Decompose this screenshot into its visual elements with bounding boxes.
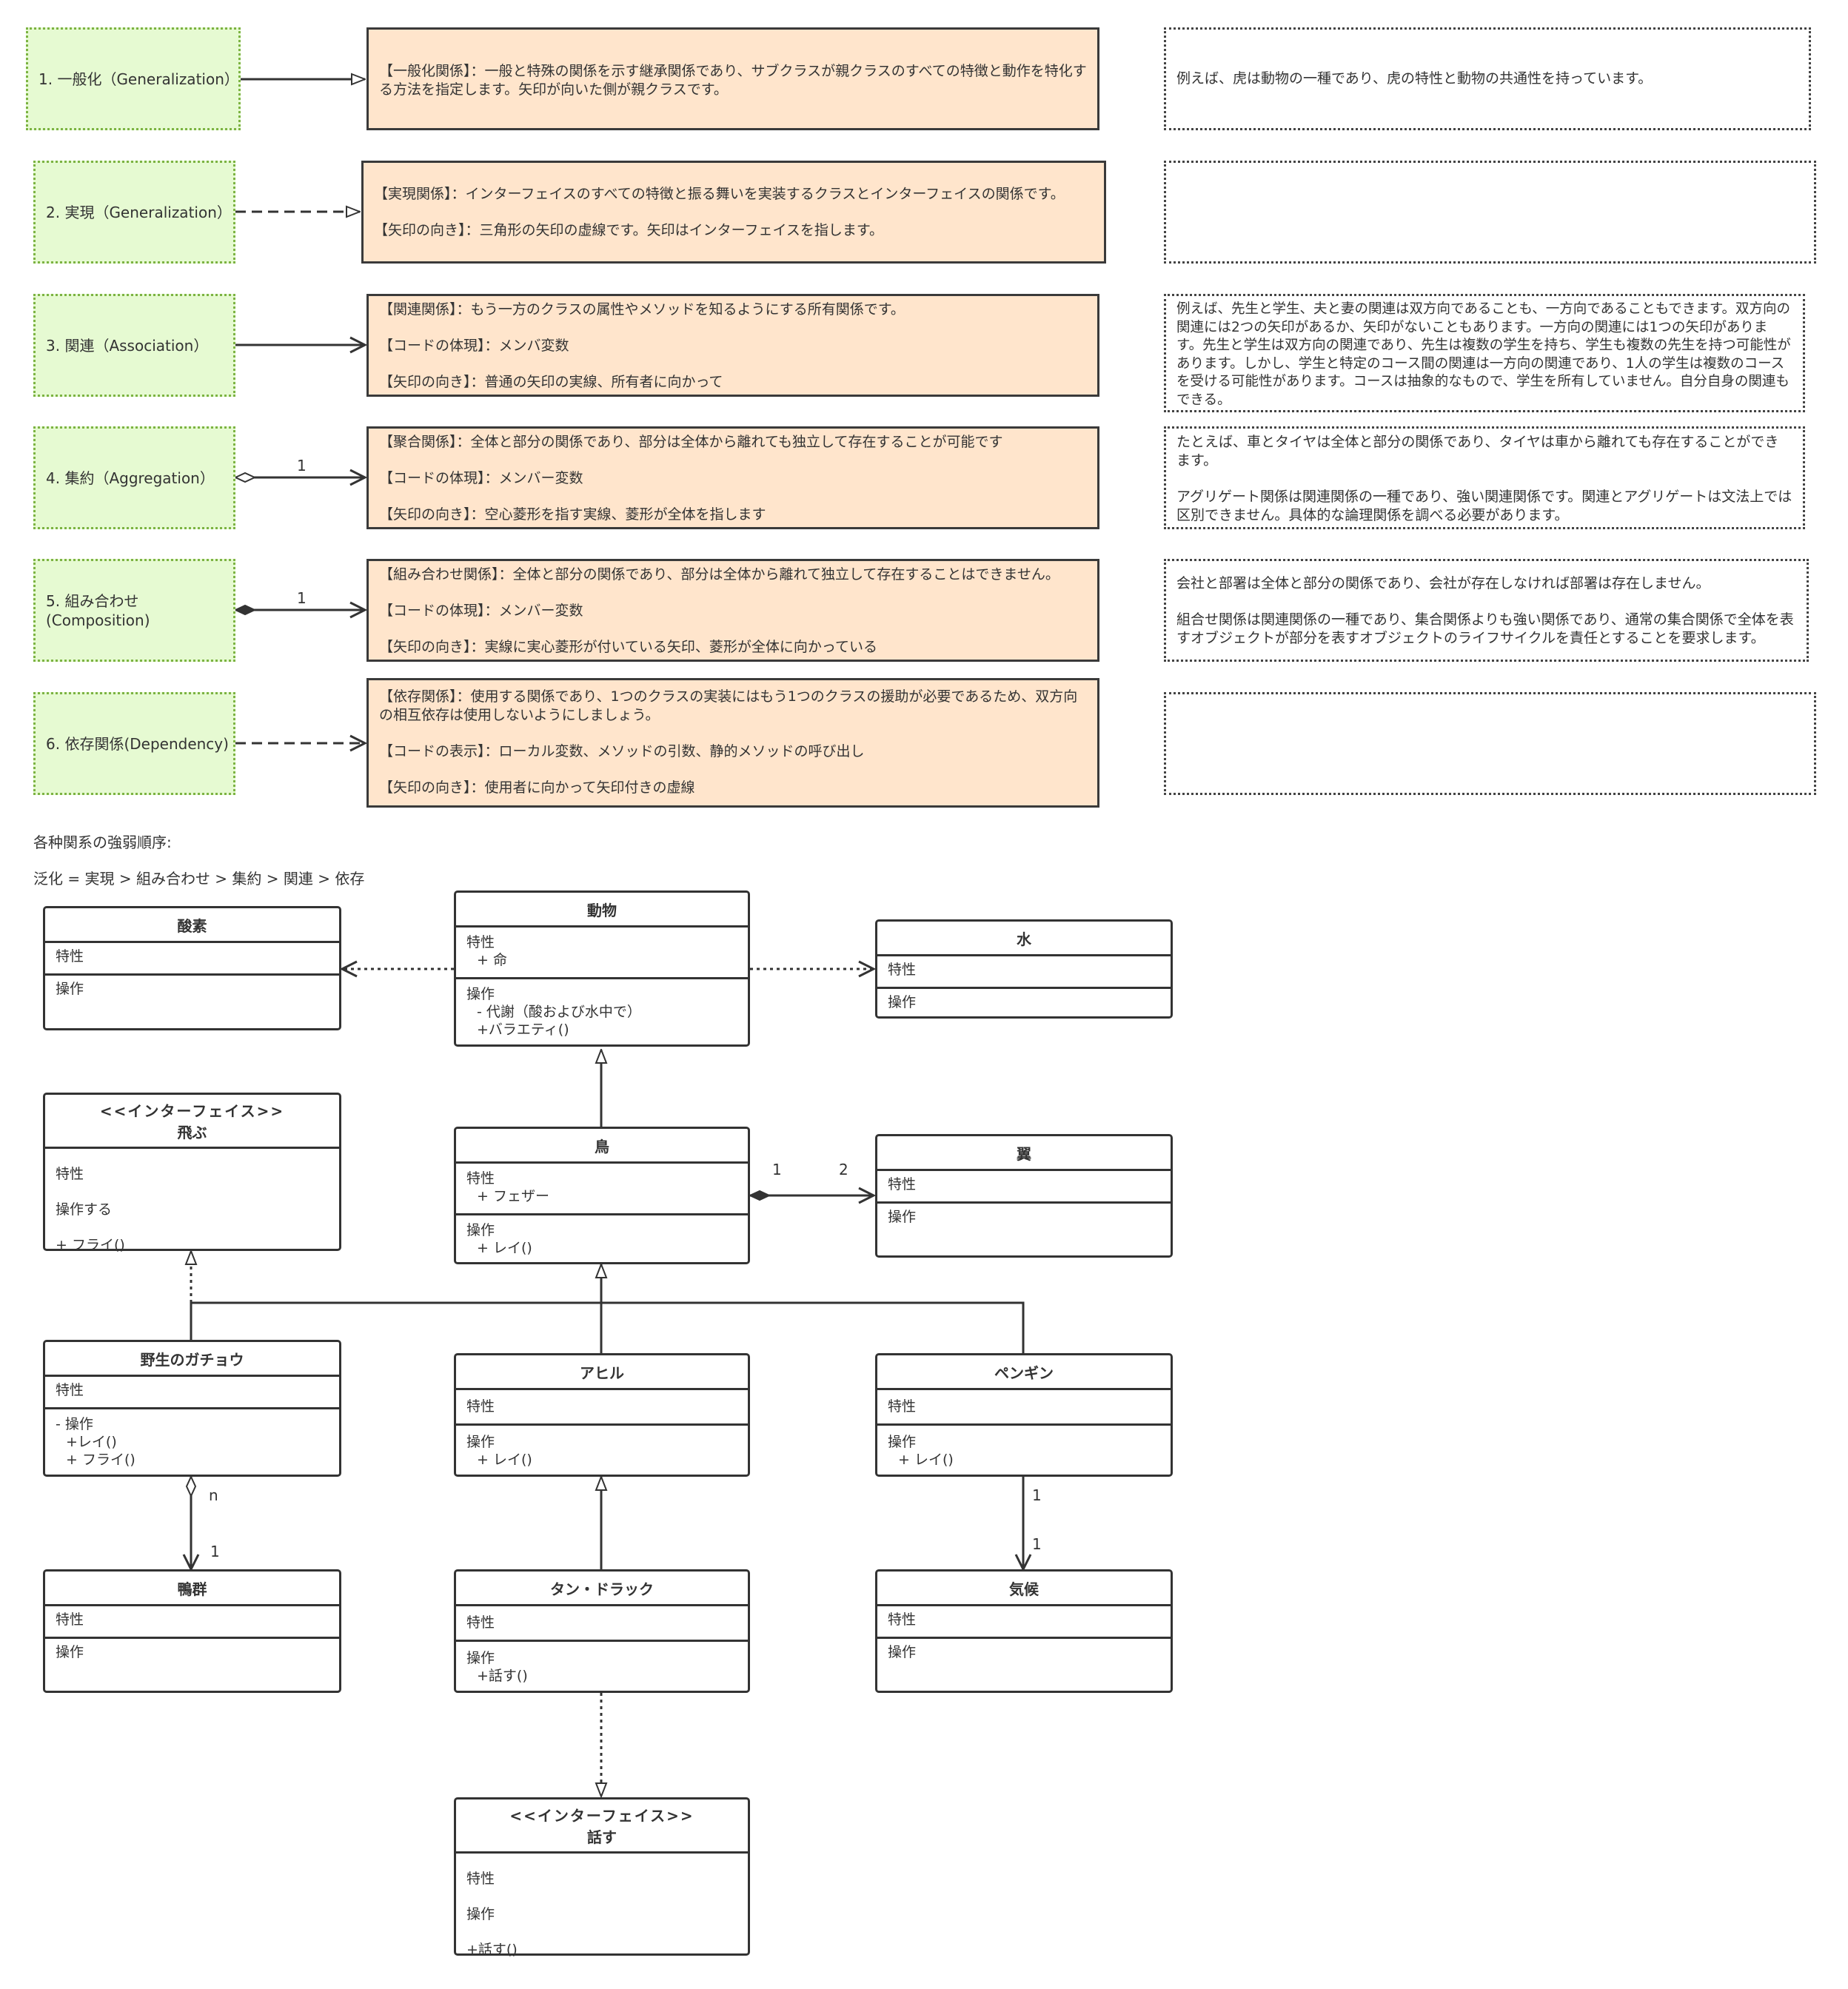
class-tang-duck: タン・ドラック 特性 操作 +話す() [454, 1569, 750, 1693]
relation-desc-realization: 【実現関係】：インターフェイスのすべての特徴と振る舞いを実装するクラスとインター… [361, 161, 1106, 264]
class-attributes: 特性 [45, 1606, 339, 1639]
order-text: 泛化 = 実現 > 組み合わせ > 集約 > 関連 > 依存 [33, 870, 365, 888]
multiplicity-penguin-climate-a: 1 [1032, 1486, 1042, 1504]
class-attributes: 特性 [877, 1390, 1171, 1426]
class-operations: 操作 - 代謝（酸および水中で） +バラエティ() [466, 986, 641, 1038]
relation-name-composition: 5. 組み合わせ (Composition) [33, 559, 235, 662]
class-wild-goose: 野生のガチョウ 特性 - 操作 +レイ() + フライ() [43, 1340, 341, 1477]
multiplicity-goose-flock-b: 1 [210, 1543, 220, 1560]
relation-note-composition: 会社と部署は全体と部分の関係であり、会社が存在しなければ部署は存在しません。 組合… [1164, 559, 1809, 662]
relation-desc-generalization: 【一般化関係】：一般と特殊の関係を示す継承関係であり、サブクラスが親クラスのすべ… [366, 27, 1099, 130]
class-attributes: 特性 + フェザー [456, 1164, 748, 1215]
relation-desc-composition: 【組み合わせ関係】：全体と部分の関係であり、部分は全体から離れて独立して存在する… [366, 559, 1099, 662]
multiplicity-goose-flock-a: n [209, 1486, 218, 1504]
relation-note-association: 例えば、先生と学生、夫と妻の関連は双方向であることも、一方向であることもできます… [1164, 294, 1805, 412]
class-attributes: 特性 [877, 1171, 1171, 1204]
class-title: タン・ドラック [456, 1572, 748, 1606]
class-title: 翼 [877, 1136, 1171, 1171]
relation-name-realization: 2. 実現（Generalization） [33, 161, 235, 264]
relation-note-dependency-empty [1164, 692, 1816, 795]
class-attributes: 特性 [45, 1377, 339, 1409]
class-attributes: 特性 [877, 956, 1171, 989]
class-climate: 気候 特性 操作 [875, 1569, 1173, 1693]
class-title: <<インターフェイス>> 話す [456, 1800, 748, 1854]
class-duck: アヒル 特性 操作 + レイ() [454, 1353, 750, 1477]
legend-aggregation-multiplicity: 1 [297, 457, 307, 474]
class-operations: - 操作 +レイ() + フライ() [56, 1416, 135, 1468]
class-operations: 操作 +話す() [466, 1650, 528, 1684]
class-wing: 翼 特性 操作 [875, 1134, 1173, 1258]
class-penguin: ペンギン 特性 操作 + レイ() [875, 1353, 1173, 1477]
class-operations: 操作 + レイ() [888, 1434, 954, 1468]
class-attributes: 特性 [877, 1606, 1171, 1639]
legend-composition-multiplicity: 1 [297, 589, 307, 607]
class-operations: 操作 [56, 981, 84, 997]
relation-note-generalization: 例えば、虎は動物の一種であり、虎の特性と動物の共通性を持っています。 [1164, 27, 1811, 130]
class-title: アヒル [456, 1355, 748, 1390]
order-title: 各种関系の強弱順序: [33, 833, 172, 851]
relation-desc-aggregation: 【聚合関係】：全体と部分の関係であり、部分は全体から離れても独立して存在すること… [366, 426, 1099, 529]
class-flock: 鴨群 特性 操作 [43, 1569, 341, 1693]
relation-note-realization-empty [1164, 161, 1816, 264]
class-body: 特性 操作する + フライ() [56, 1166, 125, 1253]
class-water: 水 特性 操作 [875, 919, 1173, 1019]
class-operations: 操作 + レイ() [466, 1222, 532, 1256]
relation-note-aggregation: たとえば、車とタイヤは全体と部分の関係であり、タイヤは車から離れても存在すること… [1164, 426, 1805, 529]
class-operations: 操作 [888, 1209, 917, 1225]
class-body: 特性 操作 +話す() [466, 1871, 518, 1958]
class-attributes: 特性 [45, 943, 339, 976]
class-title: <<インターフェイス>> 飛ぶ [45, 1095, 339, 1149]
class-title: 水 [877, 922, 1171, 956]
class-title: 酸素 [45, 908, 339, 943]
class-attributes: 特性 [456, 1390, 748, 1426]
relation-name-dependency: 6. 依存関係(Dependency) [33, 692, 235, 795]
class-fly-interface: <<インターフェイス>> 飛ぶ 特性 操作する + フライ() [43, 1093, 341, 1253]
class-title: 動物 [456, 893, 748, 928]
multiplicity-bird-wing-b: 2 [839, 1161, 848, 1178]
class-speak-interface: <<インターフェイス>> 話す 特性 操作 +話す() [454, 1797, 750, 1958]
class-title: 野生のガチョウ [45, 1342, 339, 1377]
class-attributes: 特性 + 命 [456, 928, 748, 979]
class-title: 鴨群 [45, 1572, 339, 1606]
class-title: 鳥 [456, 1129, 748, 1164]
class-attributes: 特性 [456, 1606, 748, 1642]
relation-name-association: 3. 関連（Association） [33, 294, 235, 397]
class-title: 気候 [877, 1572, 1171, 1606]
relation-desc-dependency: 【依存関係】：使用する関係であり、1つのクラスの実装にはもう1つのクラスの援助が… [366, 678, 1099, 808]
class-operations: 操作 [888, 994, 917, 1010]
class-title: ペンギン [877, 1355, 1171, 1390]
relation-desc-association: 【関連関係】：もう一方のクラスの属性やメソッドを知るようにする所有関係です。 【コ… [366, 294, 1099, 397]
multiplicity-bird-wing-a: 1 [772, 1161, 782, 1178]
relation-name-generalization: 1. 一般化（Generalization） [26, 27, 241, 130]
class-animal: 動物 特性 + 命 操作 - 代謝（酸および水中で） +バラエティ() [454, 890, 750, 1047]
class-operations: 操作 [888, 1644, 917, 1660]
class-oxygen: 酸素 特性 操作 [43, 906, 341, 1030]
class-bird: 鳥 特性 + フェザー 操作 + レイ() [454, 1127, 750, 1264]
class-operations: 操作 [56, 1644, 84, 1660]
class-operations: 操作 + レイ() [466, 1434, 532, 1468]
multiplicity-penguin-climate-b: 1 [1032, 1535, 1042, 1553]
relation-name-aggregation: 4. 集約（Aggregation） [33, 426, 235, 529]
